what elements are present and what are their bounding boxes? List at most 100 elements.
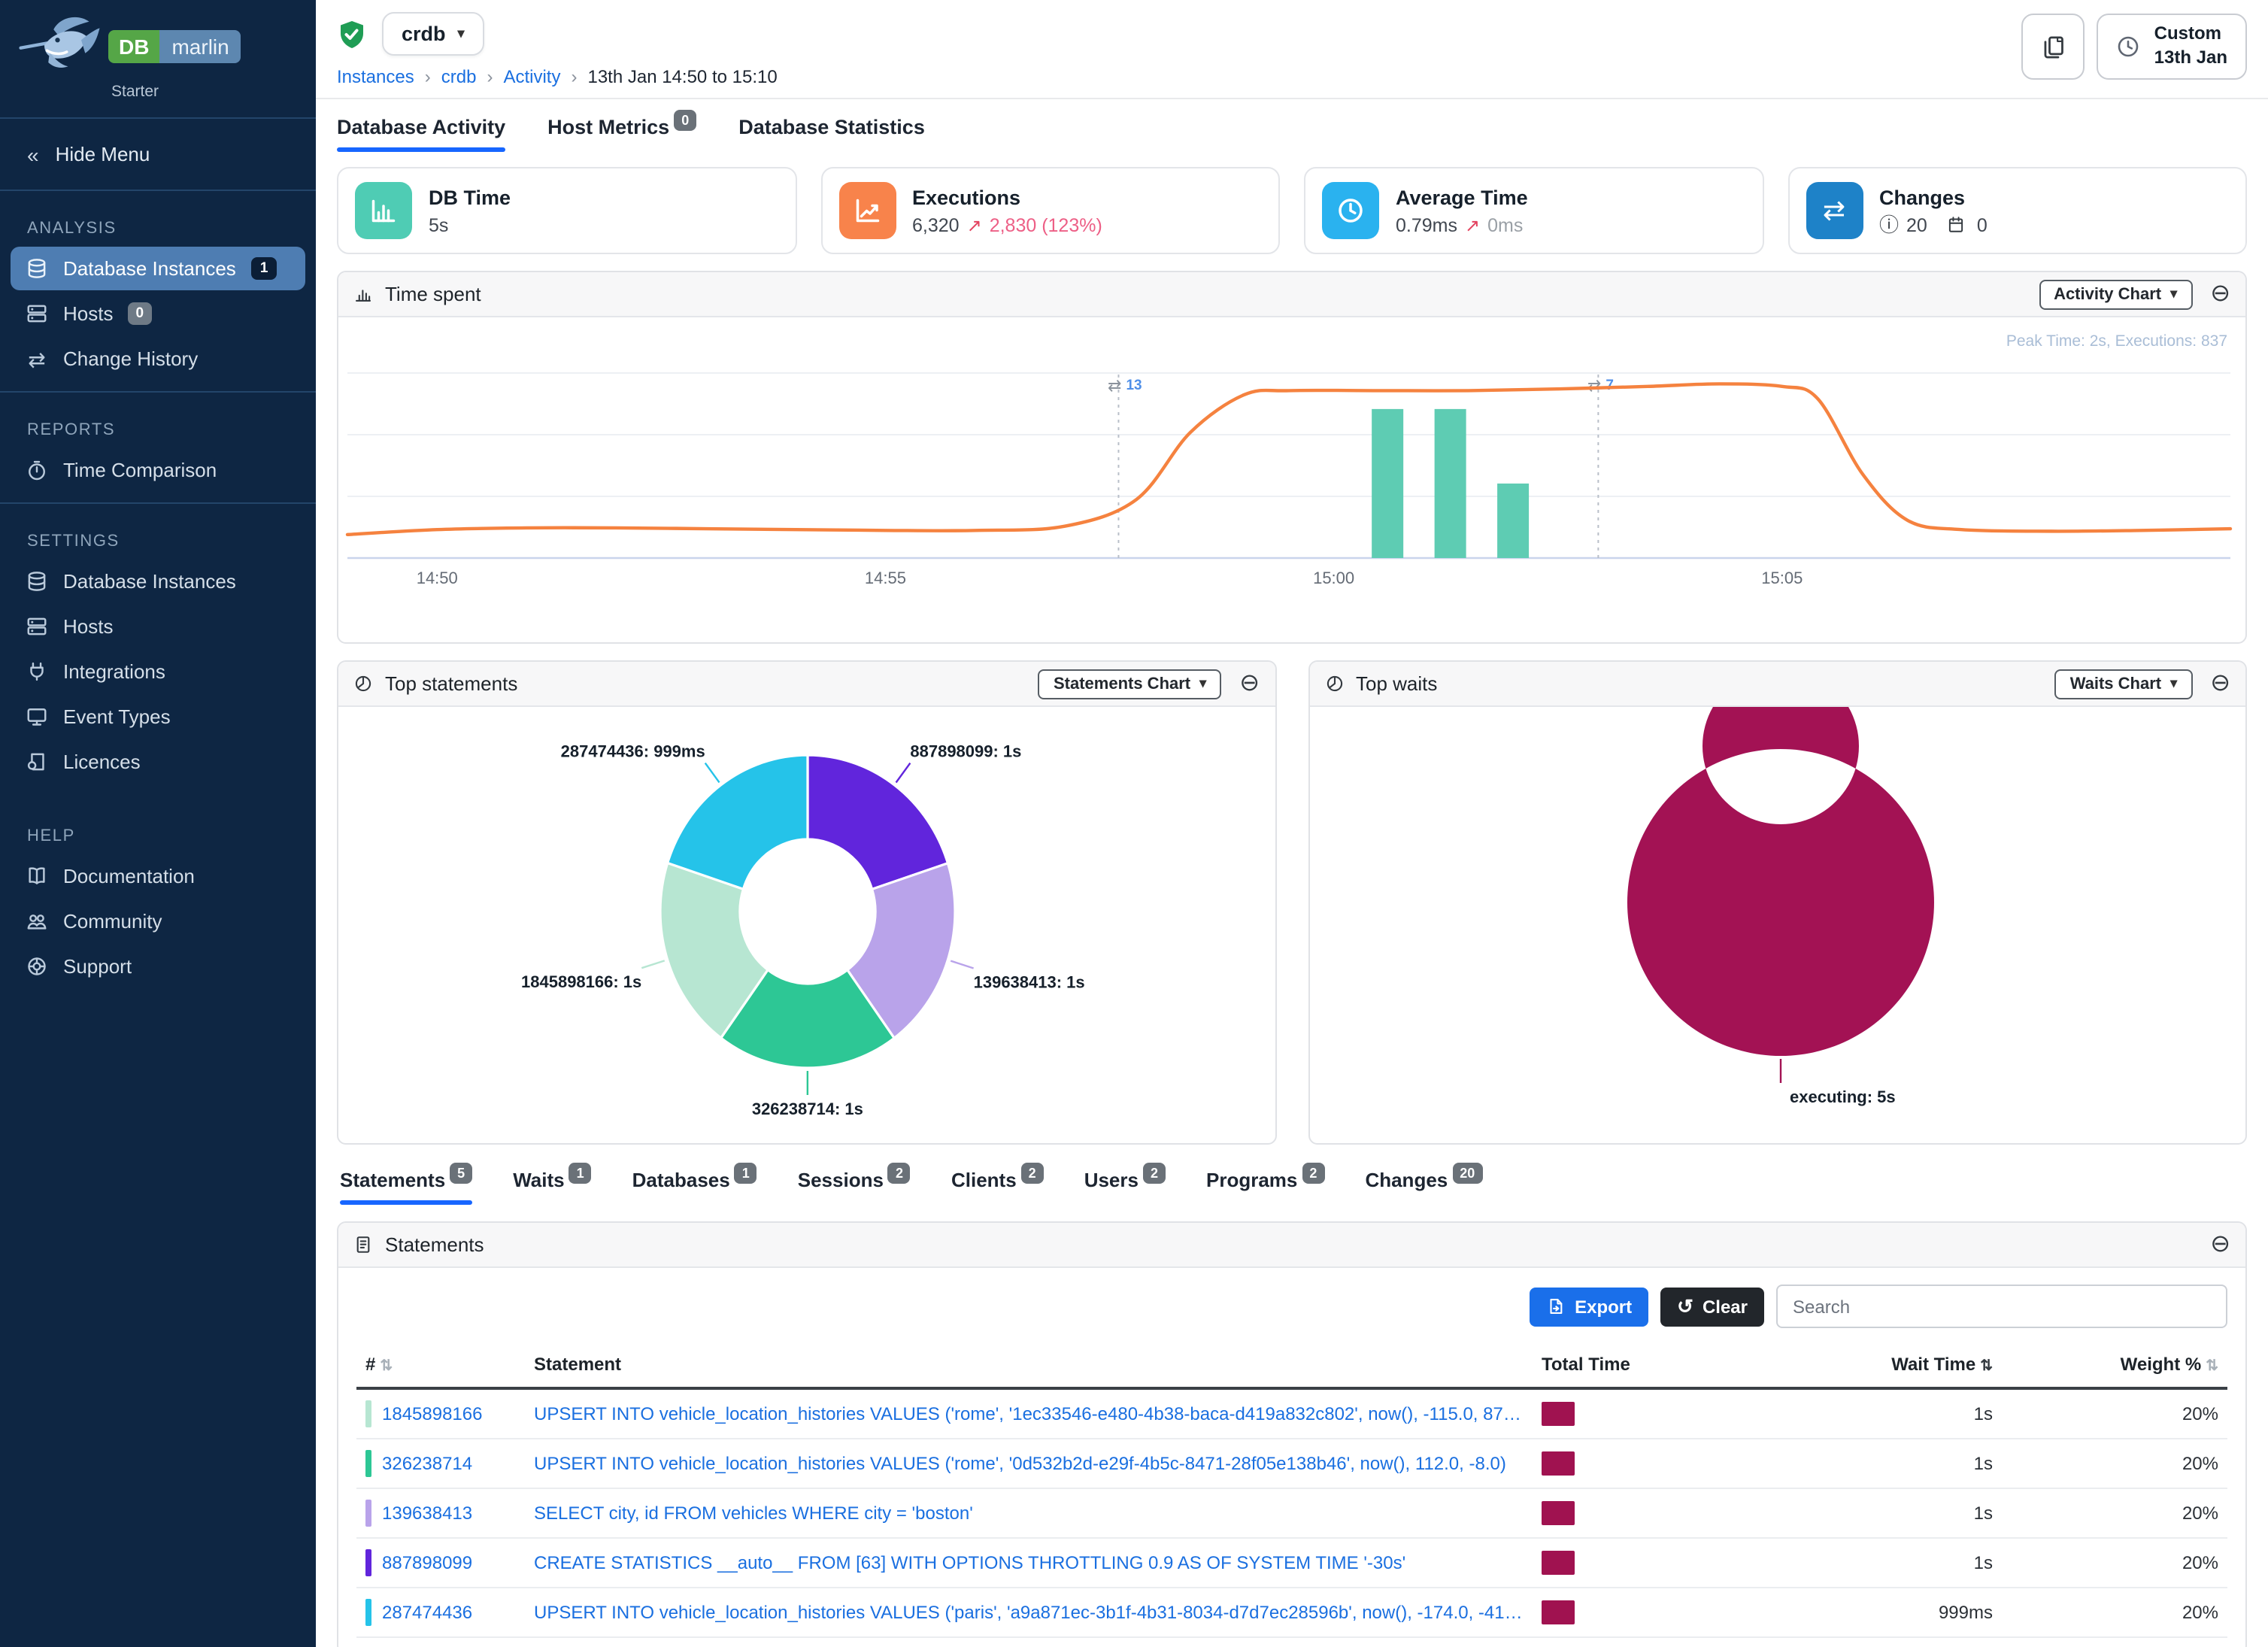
statement-id-link[interactable]: 1845898166 bbox=[382, 1403, 483, 1424]
weight-cell: 20% bbox=[2002, 1588, 2227, 1637]
activity-chart-select[interactable]: Activity Chart ▾ bbox=[2039, 279, 2192, 309]
statements-chart-select[interactable]: Statements Chart ▾ bbox=[1038, 669, 1221, 699]
statement-link[interactable]: UPSERT INTO vehicle_location_histories V… bbox=[534, 1453, 1524, 1474]
clear-button[interactable]: ↺ Clear bbox=[1660, 1287, 1764, 1326]
export-button[interactable]: Export bbox=[1530, 1287, 1648, 1326]
sidebar-item-support[interactable]: Support bbox=[11, 945, 305, 988]
top-statements-panel: Top statements Statements Chart ▾ ⊖ 8878… bbox=[337, 660, 1276, 1145]
server-icon bbox=[26, 615, 48, 638]
copy-link-button[interactable] bbox=[2022, 14, 2085, 80]
statement-id[interactable]: 287474436 bbox=[365, 1599, 516, 1626]
id-cell: 1845898166 bbox=[356, 1388, 525, 1439]
wait-time-cell: 1s bbox=[1701, 1538, 2002, 1588]
sidebar-item-time-comparison[interactable]: Time Comparison bbox=[11, 448, 305, 492]
sidebar-item-event-types[interactable]: Event Types bbox=[11, 695, 305, 739]
people-icon bbox=[26, 910, 48, 933]
wait-time-cell: 1s bbox=[1701, 1388, 2002, 1439]
column-header-total-time[interactable]: Total Time bbox=[1533, 1342, 1701, 1388]
statement-id-link[interactable]: 287474436 bbox=[382, 1602, 472, 1623]
main-tabs: Database Activity Host Metrics0 Database S… bbox=[316, 99, 2268, 152]
total-time-bar bbox=[1542, 1600, 1575, 1624]
detail-tab-databases[interactable]: Databases1 bbox=[632, 1169, 757, 1205]
statement-cell: SELECT city, id FROM vehicles WHERE city… bbox=[525, 1488, 1533, 1538]
waits-chart-select[interactable]: Waits Chart ▾ bbox=[2055, 669, 2193, 699]
event-icon bbox=[26, 705, 48, 728]
detail-tab-changes[interactable]: Changes20 bbox=[1365, 1169, 1482, 1205]
statement-id-link[interactable]: 326238714 bbox=[382, 1453, 472, 1474]
kpi-body: DB Time5s bbox=[429, 186, 511, 235]
svg-text:15:00: 15:00 bbox=[1313, 569, 1354, 587]
collapse-panel-icon[interactable]: ⊖ bbox=[2210, 282, 2230, 306]
tab-database-statistics[interactable]: Database Statistics bbox=[738, 116, 925, 152]
sidebar-item-label: Community bbox=[63, 910, 162, 933]
breadcrumb-link[interactable]: Instances bbox=[337, 66, 414, 87]
kpi-body: Executions6,320↗2,830 (123%) bbox=[912, 186, 1102, 235]
search-input[interactable] bbox=[1776, 1285, 2227, 1328]
statement-id-link[interactable]: 887898099 bbox=[382, 1552, 472, 1573]
top-waits-title: Top waits bbox=[1356, 672, 1437, 695]
id-cell: 887898099 bbox=[356, 1538, 525, 1588]
weight-cell: 20% bbox=[2002, 1388, 2227, 1439]
collapse-panel-icon[interactable]: ⊖ bbox=[1239, 672, 1260, 696]
kpi-body: Average Time0.79ms↗0ms bbox=[1396, 186, 1528, 235]
column-header-weight-[interactable]: Weight %⇅ bbox=[2002, 1342, 2227, 1388]
table-row: 287474436 UPSERT INTO vehicle_location_hi… bbox=[356, 1588, 2227, 1637]
weight-cell: 20% bbox=[2002, 1439, 2227, 1488]
tab-host-metrics[interactable]: Host Metrics0 bbox=[547, 116, 696, 152]
hide-menu-button[interactable]: « Hide Menu bbox=[0, 129, 316, 179]
clock-icon bbox=[2117, 35, 2141, 59]
tab-badge: 20 bbox=[1452, 1163, 1482, 1184]
instance-name: crdb bbox=[402, 23, 446, 45]
column-header-wait-time[interactable]: Wait Time⇅ bbox=[1701, 1342, 2002, 1388]
statement-link[interactable]: SELECT city, id FROM vehicles WHERE city… bbox=[534, 1503, 1524, 1524]
sidebar-item-hosts[interactable]: Hosts bbox=[11, 605, 305, 648]
detail-tab-users[interactable]: Users2 bbox=[1084, 1169, 1166, 1205]
tab-database-activity[interactable]: Database Activity bbox=[337, 116, 505, 152]
kpi-title: Executions bbox=[912, 186, 1102, 208]
pie-chart-icon bbox=[1324, 674, 1344, 693]
sidebar-item-database-instances[interactable]: Database Instances bbox=[11, 560, 305, 603]
copy-icon bbox=[2041, 34, 2066, 59]
kpi-info-count: 20 bbox=[1906, 214, 1927, 235]
sidebar-item-database-instances[interactable]: Database Instances1 bbox=[11, 247, 305, 290]
statement-link[interactable]: CREATE STATISTICS __auto__ FROM [63] WIT… bbox=[534, 1552, 1524, 1573]
statement-id[interactable]: 1845898166 bbox=[365, 1400, 516, 1427]
column-header--[interactable]: #⇅ bbox=[356, 1342, 525, 1388]
breadcrumb: Instances›crdb›Activity›13th Jan 14:50 t… bbox=[337, 66, 2247, 87]
detail-tab-statements[interactable]: Statements5 bbox=[340, 1169, 472, 1205]
detail-tab-waits[interactable]: Waits1 bbox=[513, 1169, 591, 1205]
detail-tab-programs[interactable]: Programs2 bbox=[1206, 1169, 1324, 1205]
breadcrumb-link[interactable]: crdb bbox=[441, 66, 477, 87]
kpi-body: Changesⓘ200 bbox=[1879, 186, 1988, 235]
statement-id[interactable]: 326238714 bbox=[365, 1450, 516, 1477]
statements-title: Statements bbox=[385, 1233, 484, 1256]
collapse-panel-icon[interactable]: ⊖ bbox=[2210, 672, 2230, 696]
pie-chart-icon bbox=[353, 674, 373, 693]
collapse-panel-icon[interactable]: ⊖ bbox=[2210, 1233, 2230, 1257]
instance-selector[interactable]: crdb ▾ bbox=[382, 12, 484, 56]
statement-id-link[interactable]: 139638413 bbox=[382, 1503, 472, 1524]
tab-label: Database Statistics bbox=[738, 116, 925, 138]
sidebar-item-change-history[interactable]: ⇄Change History bbox=[11, 337, 305, 381]
sidebar-item-hosts[interactable]: Hosts0 bbox=[11, 292, 305, 335]
kpi-main-value: 5s bbox=[429, 214, 448, 235]
sort-icon: ⇅ bbox=[2206, 1358, 2218, 1375]
sidebar-item-badge: 0 bbox=[128, 302, 151, 325]
sidebar-item-integrations[interactable]: Integrations bbox=[11, 650, 305, 693]
statement-id[interactable]: 139638413 bbox=[365, 1500, 516, 1527]
linechart-icon bbox=[838, 182, 896, 239]
detail-tab-clients[interactable]: Clients2 bbox=[951, 1169, 1044, 1205]
column-header-statement[interactable]: Statement bbox=[525, 1342, 1533, 1388]
detail-tab-sessions[interactable]: Sessions2 bbox=[798, 1169, 911, 1205]
statement-link[interactable]: UPSERT INTO vehicle_location_histories V… bbox=[534, 1403, 1524, 1424]
column-label: # bbox=[365, 1354, 375, 1375]
statement-link[interactable]: UPSERT INTO vehicle_location_histories V… bbox=[534, 1602, 1524, 1623]
sidebar-item-community[interactable]: Community bbox=[11, 899, 305, 943]
chevron-down-icon: ▾ bbox=[1199, 677, 1206, 690]
breadcrumb-link[interactable]: Activity bbox=[503, 66, 560, 87]
sidebar: DB marlin Starter « Hide Menu ANALYSISDa… bbox=[0, 0, 316, 1647]
time-range-button[interactable]: Custom 13th Jan bbox=[2097, 14, 2247, 80]
sidebar-item-licences[interactable]: Licences bbox=[11, 740, 305, 784]
statement-id[interactable]: 887898099 bbox=[365, 1549, 516, 1576]
sidebar-item-documentation[interactable]: Documentation bbox=[11, 854, 305, 898]
